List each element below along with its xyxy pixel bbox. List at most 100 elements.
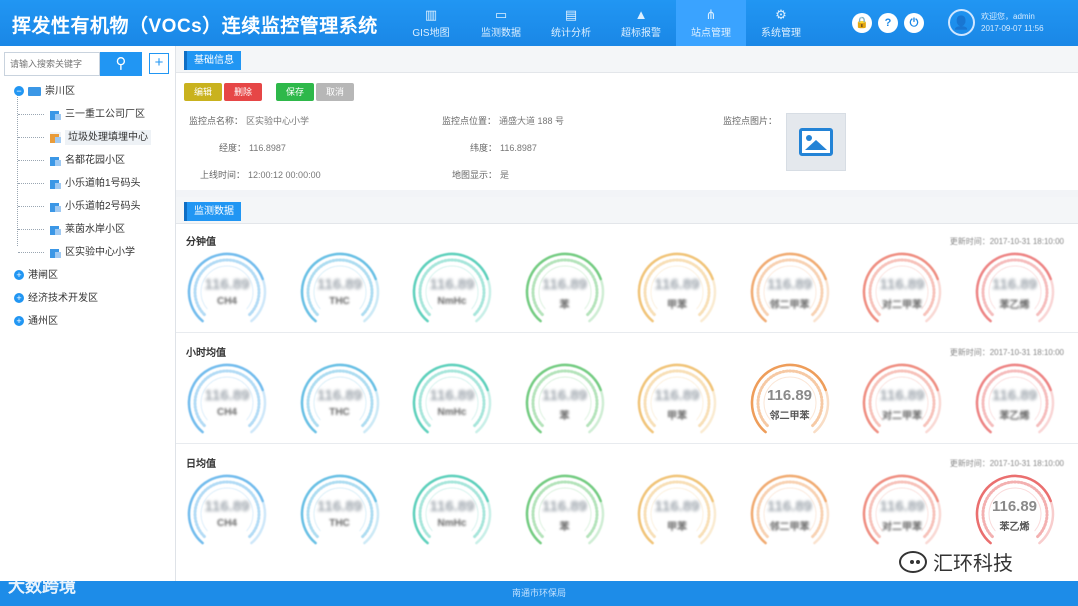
gauge-value: 116.89 bbox=[204, 387, 250, 404]
gauge-label: CH4 bbox=[216, 296, 237, 307]
monitor-site-icon bbox=[50, 224, 61, 235]
help-icon[interactable]: ? bbox=[878, 13, 898, 33]
gauge-label: THC bbox=[329, 407, 350, 418]
nav-item-2[interactable]: ▤ 统计分析 bbox=[536, 0, 606, 46]
gauge: 116.89 甲苯 bbox=[634, 361, 720, 441]
app-title: 挥发性有机物（VOCs）连续监控管理系统 bbox=[12, 16, 378, 37]
gauge-label: 苯 bbox=[559, 411, 570, 422]
nav-item-5[interactable]: ⚙ 系统管理 bbox=[746, 0, 816, 46]
action-button-2[interactable]: 保存 bbox=[276, 83, 315, 101]
tree-district[interactable]: + 港闸区 bbox=[0, 264, 176, 287]
gauge: 116.89 对二甲苯 bbox=[859, 361, 945, 441]
gauge: 116.89 邻二甲苯 bbox=[747, 472, 833, 552]
site-tree: − 崇川区 三一重工公司厂区 垃圾处理填埋中心名都花园小区小乐道帕1号码头小乐道帕2号… bbox=[0, 80, 176, 333]
gauge: 116.89 CH4 bbox=[184, 361, 270, 441]
gauge-label: 邻二甲苯 bbox=[769, 411, 810, 422]
tree-district[interactable]: + 经济技术开发区 bbox=[0, 287, 176, 310]
gauge-label: 对二甲苯 bbox=[882, 300, 922, 311]
monitor-data-title: 监测数据 bbox=[184, 202, 241, 221]
gauge-value: 116.89 bbox=[429, 387, 475, 404]
gauge-label: 苯 bbox=[559, 522, 570, 533]
gauge-value: 116.89 bbox=[654, 498, 700, 515]
nav-label: 超标报警 bbox=[621, 28, 661, 39]
app-header: 挥发性有机物（VOCs）连续监控管理系统 ▥ GIS地图 ▭ 监测数据 ▤ 统计分析 ▲ 超标… bbox=[0, 0, 1078, 46]
alarm-icon: ▲ bbox=[634, 7, 648, 22]
gauge: 116.89 THC bbox=[297, 472, 383, 552]
online-time-field: 上线时间： 12:00:12 00:00:00 bbox=[200, 170, 321, 180]
nav-item-3[interactable]: ▲ 超标报警 bbox=[606, 0, 676, 46]
row-updated-time: 更新时间：2017-10-31 18:10:00 bbox=[949, 237, 1064, 246]
expand-icon[interactable]: + bbox=[14, 293, 24, 304]
tree-site[interactable]: 垃圾处理填埋中心 bbox=[0, 126, 176, 149]
header-actions: 🔒? ⏻ bbox=[852, 13, 924, 33]
power-icon[interactable]: ⏻ bbox=[904, 13, 924, 33]
expand-icon[interactable]: + bbox=[14, 270, 24, 281]
tree-site[interactable]: 小乐道帕2号码头 bbox=[0, 195, 176, 218]
nav-label: 监测数据 bbox=[481, 28, 521, 39]
action-button-3[interactable]: 取消 bbox=[316, 83, 355, 101]
nav-label: 统计分析 bbox=[551, 28, 591, 39]
tree-site-label: 小乐道帕1号码头 bbox=[65, 178, 141, 189]
image-icon bbox=[799, 128, 833, 156]
gauge: 116.89 THC bbox=[297, 361, 383, 441]
nav-label: GIS地图 bbox=[412, 28, 450, 39]
user-datetime: 2017-09-07 11:56 bbox=[981, 23, 1044, 33]
search-button[interactable]: ⚲ bbox=[100, 52, 142, 76]
monitor-site-icon bbox=[50, 201, 61, 212]
tree-site[interactable]: 小乐道帕1号码头 bbox=[0, 172, 176, 195]
gauge-label: 苯 bbox=[559, 300, 570, 311]
tree-site-label: 莱茵水岸小区 bbox=[65, 224, 125, 235]
gauge: 116.89 CH4 bbox=[184, 472, 270, 552]
longitude-field: 经度： 116.8987 bbox=[219, 143, 286, 153]
tree-site[interactable]: 名都花园小区 bbox=[0, 149, 176, 172]
site-photo[interactable] bbox=[786, 113, 846, 171]
tree-site-label: 区实验中心小学 bbox=[65, 247, 135, 258]
action-button-0[interactable]: 编辑 bbox=[184, 83, 223, 101]
gauge-label: 邻二甲苯 bbox=[769, 522, 810, 533]
tree-site-label: 名都花园小区 bbox=[65, 155, 125, 166]
main-content: 基础信息 编辑 删除 保存 取消 监控点名称： 区实验中心小学 监控点位置： 通盛大道 1… bbox=[176, 46, 1078, 581]
gauge-value: 116.89 bbox=[879, 276, 925, 293]
add-folder-button[interactable]: + bbox=[149, 53, 169, 74]
watermark-right: 汇环科技 bbox=[895, 545, 1017, 578]
tree-district[interactable]: − 崇川区 bbox=[0, 80, 176, 103]
monitor-site-icon bbox=[50, 109, 61, 120]
tree-site[interactable]: 莱茵水岸小区 bbox=[0, 218, 176, 241]
nav-item-0[interactable]: ▥ GIS地图 bbox=[396, 0, 466, 46]
gauge-value: 116.89 bbox=[991, 276, 1038, 293]
monitor-site-icon bbox=[50, 178, 61, 189]
tree-district-label: 经济技术开发区 bbox=[28, 293, 98, 304]
gauge-label: THC bbox=[329, 296, 350, 307]
tree-district[interactable]: + 通州区 bbox=[0, 310, 176, 333]
gauge-value: 116.89 bbox=[429, 276, 475, 293]
row-title: 日均值 bbox=[186, 459, 216, 470]
basic-info-panel: 编辑 删除 保存 取消 监控点名称： 区实验中心小学 监控点位置： 通盛大道 188 号 … bbox=[176, 73, 1078, 190]
row-title: 分钟值 bbox=[186, 237, 216, 248]
tree-site[interactable]: 区实验中心小学 bbox=[0, 241, 176, 264]
row-title: 小时均值 bbox=[186, 348, 226, 359]
action-button-1[interactable]: 删除 bbox=[224, 83, 263, 101]
nav-item-4[interactable]: ⋔ 站点管理 bbox=[676, 0, 746, 46]
nav-label: 系统管理 bbox=[761, 28, 801, 39]
lock-icon[interactable]: 🔒 bbox=[852, 13, 872, 33]
watermark-left: 大数跨境 bbox=[8, 577, 76, 596]
gauge: 116.89 苯 bbox=[522, 250, 608, 330]
monitor-site-icon bbox=[50, 155, 61, 166]
latitude-field: 纬度： 116.8987 bbox=[470, 143, 537, 153]
gauge-label: THC bbox=[329, 518, 350, 529]
avatar[interactable]: 👤 bbox=[948, 9, 975, 36]
gauge: 116.89 甲苯 bbox=[634, 250, 720, 330]
monitor-icon: ▭ bbox=[494, 7, 508, 22]
site-location-field: 监控点位置： 通盛大道 188 号 bbox=[442, 116, 565, 126]
search-input[interactable] bbox=[4, 52, 100, 76]
user-info[interactable]: 👤 欢迎您，admin 2017-09-07 11:56 bbox=[948, 9, 1044, 36]
nav-item-1[interactable]: ▭ 监测数据 bbox=[466, 0, 536, 46]
gauge: 116.89 甲苯 bbox=[634, 472, 720, 552]
expand-icon[interactable]: + bbox=[14, 316, 24, 327]
tree-site[interactable]: 三一重工公司厂区 bbox=[0, 103, 176, 126]
tree-district-label: 港闸区 bbox=[28, 270, 58, 281]
gauge-value: 116.89 bbox=[654, 387, 700, 404]
row-updated-time: 更新时间：2017-10-31 18:10:00 bbox=[949, 459, 1064, 468]
collapse-icon[interactable]: − bbox=[14, 86, 24, 97]
gauge: 116.89 CH4 bbox=[184, 250, 270, 330]
